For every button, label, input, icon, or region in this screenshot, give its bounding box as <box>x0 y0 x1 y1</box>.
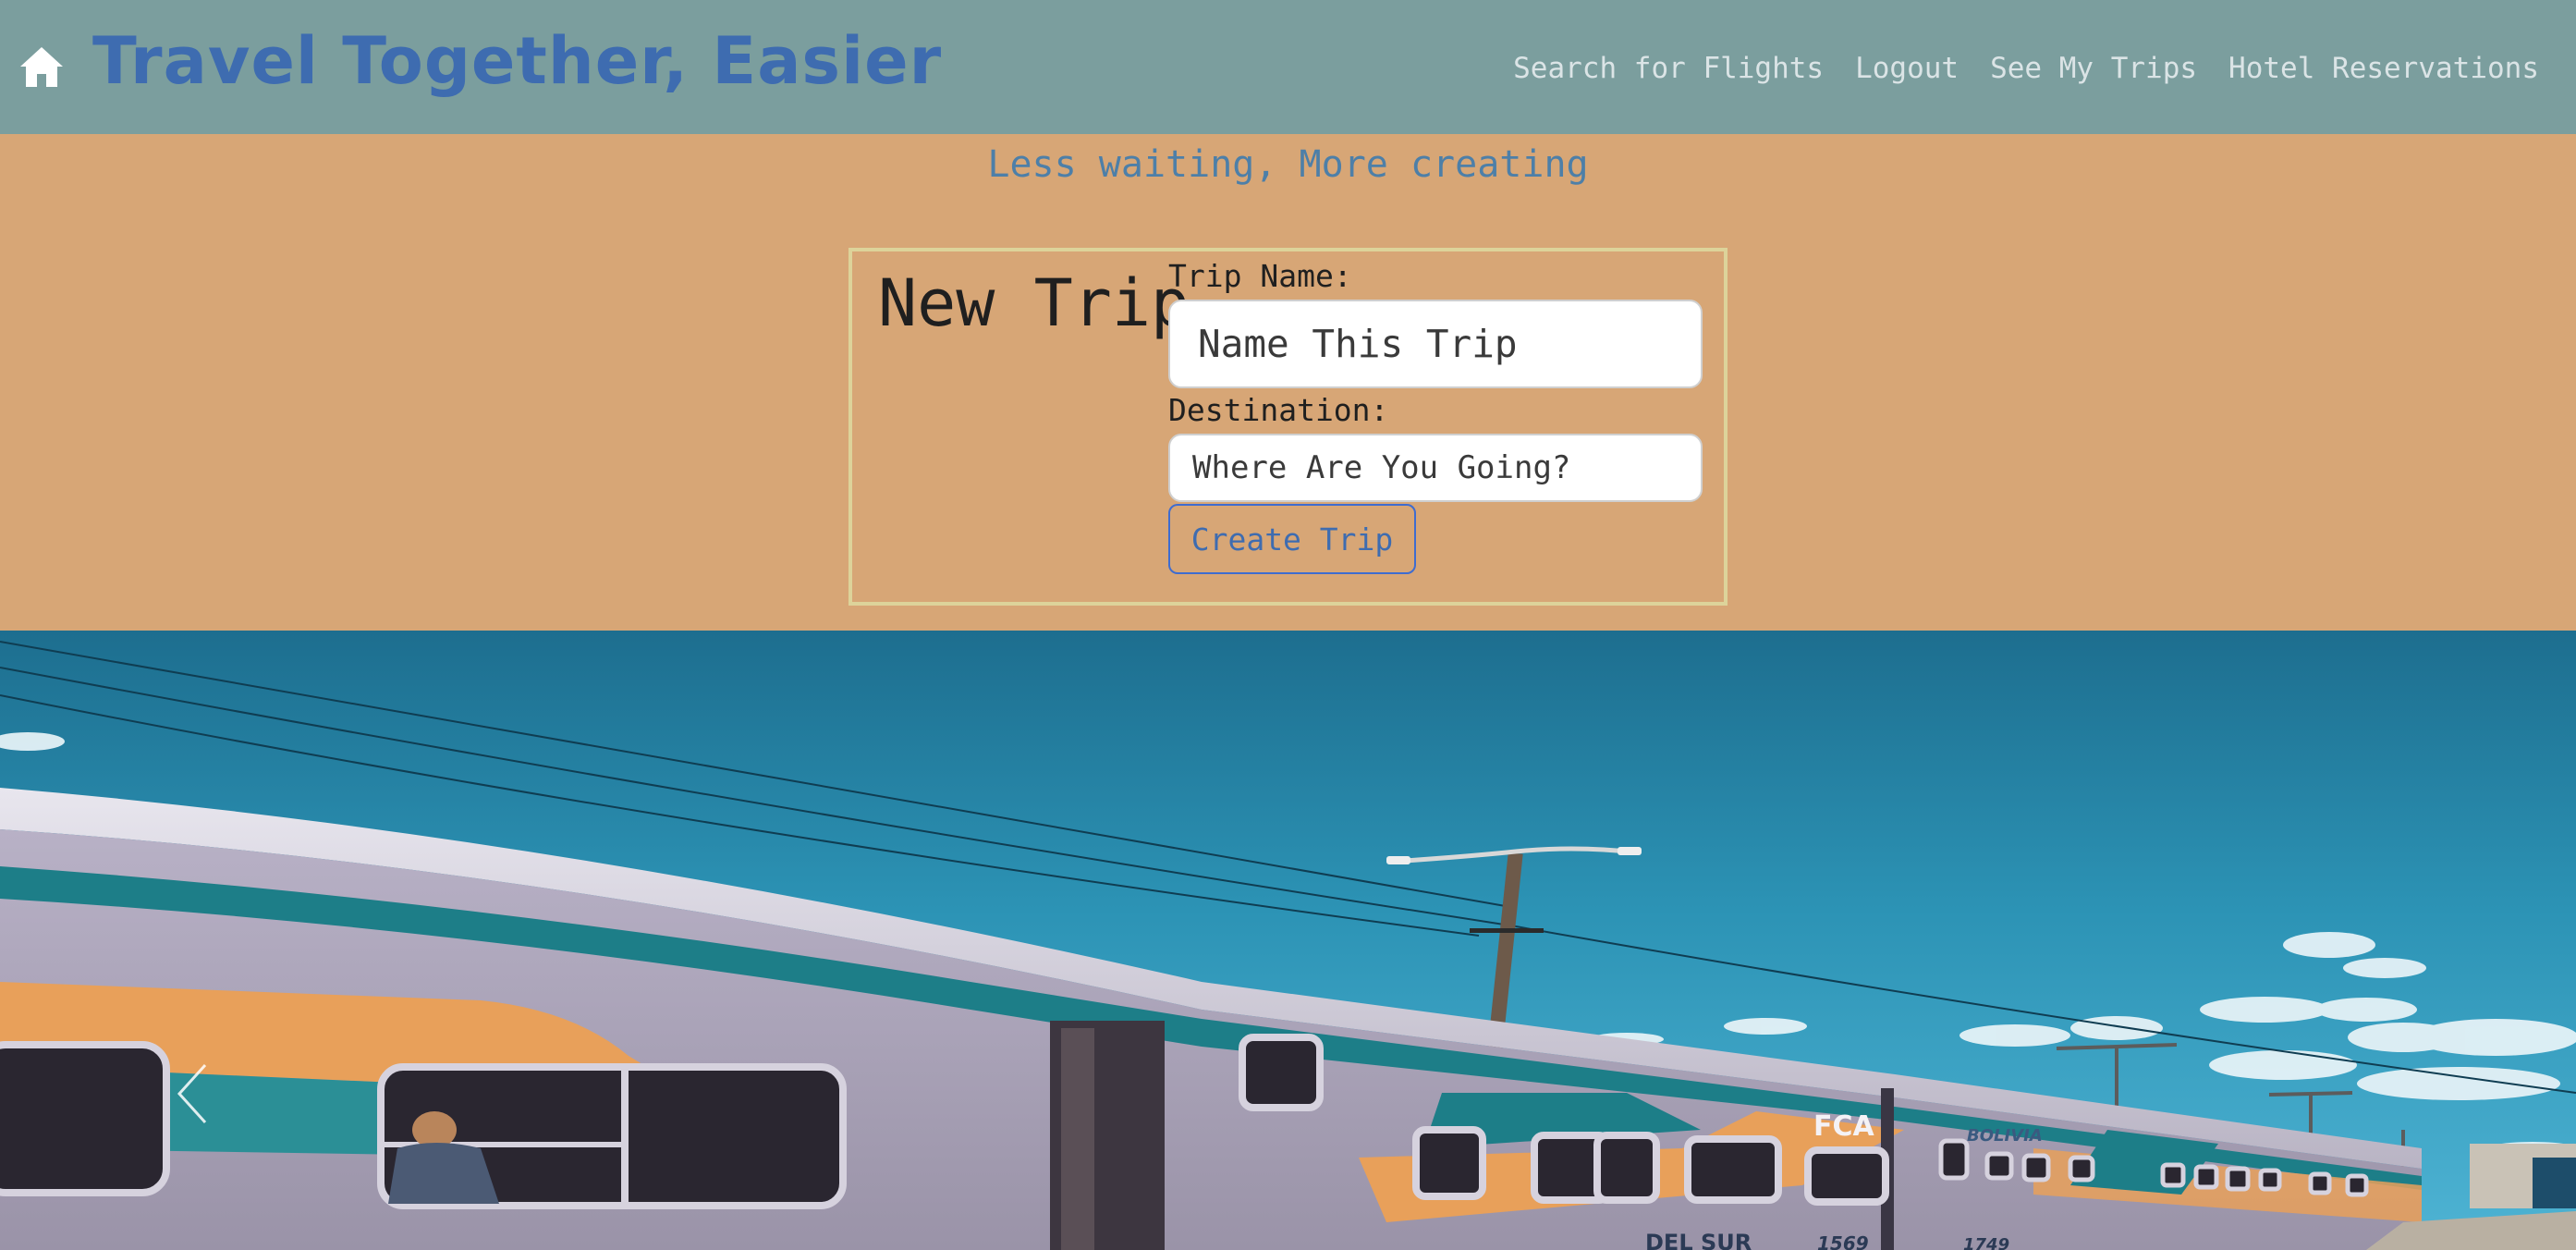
site-title[interactable]: Travel Together, Easier <box>92 17 942 105</box>
train-marking-del-sur: DEL SUR <box>1645 1230 1752 1250</box>
trip-name-input[interactable] <box>1168 300 1703 388</box>
nav-search-flights[interactable]: Search for Flights <box>1513 44 1824 92</box>
home-icon-graphic <box>20 47 63 87</box>
chevron-left-icon[interactable] <box>174 1061 211 1126</box>
navbar: Travel Together, Easier Search for Fligh… <box>0 0 2576 134</box>
train-photo: FCA BOLIVIA DEL SUR 1569 1749 <box>0 631 2576 1250</box>
train-marking-1749: 1749 <box>1963 1235 2009 1250</box>
tagline: Less waiting, More creating <box>987 143 1589 186</box>
nav-see-my-trips[interactable]: See My Trips <box>1990 44 2197 92</box>
new-trip-title: New Trip <box>878 265 1190 341</box>
destination-label: Destination: <box>1168 392 1389 428</box>
nav-links: Search for Flights Logout See My Trips H… <box>1513 44 2539 92</box>
train-marking-fca: FCA <box>1813 1110 1875 1143</box>
nav-logout[interactable]: Logout <box>1855 44 1959 92</box>
home-icon[interactable] <box>18 44 65 89</box>
trip-name-label: Trip Name: <box>1168 258 1352 294</box>
create-trip-button[interactable]: Create Trip <box>1168 504 1416 574</box>
new-trip-card: New Trip Trip Name: Destination: Create … <box>848 248 1728 606</box>
destination-input[interactable] <box>1168 434 1703 502</box>
nav-hotel-reservations[interactable]: Hotel Reservations <box>2228 44 2539 92</box>
train-marking-bolivia: BOLIVIA <box>1967 1126 2043 1146</box>
page: Travel Together, Easier Search for Fligh… <box>0 0 2576 1250</box>
carousel-prev-graphic <box>177 1063 207 1124</box>
hero-image: FCA BOLIVIA DEL SUR 1569 1749 <box>0 631 2576 1250</box>
train-marking-1569: 1569 <box>1817 1232 1869 1250</box>
